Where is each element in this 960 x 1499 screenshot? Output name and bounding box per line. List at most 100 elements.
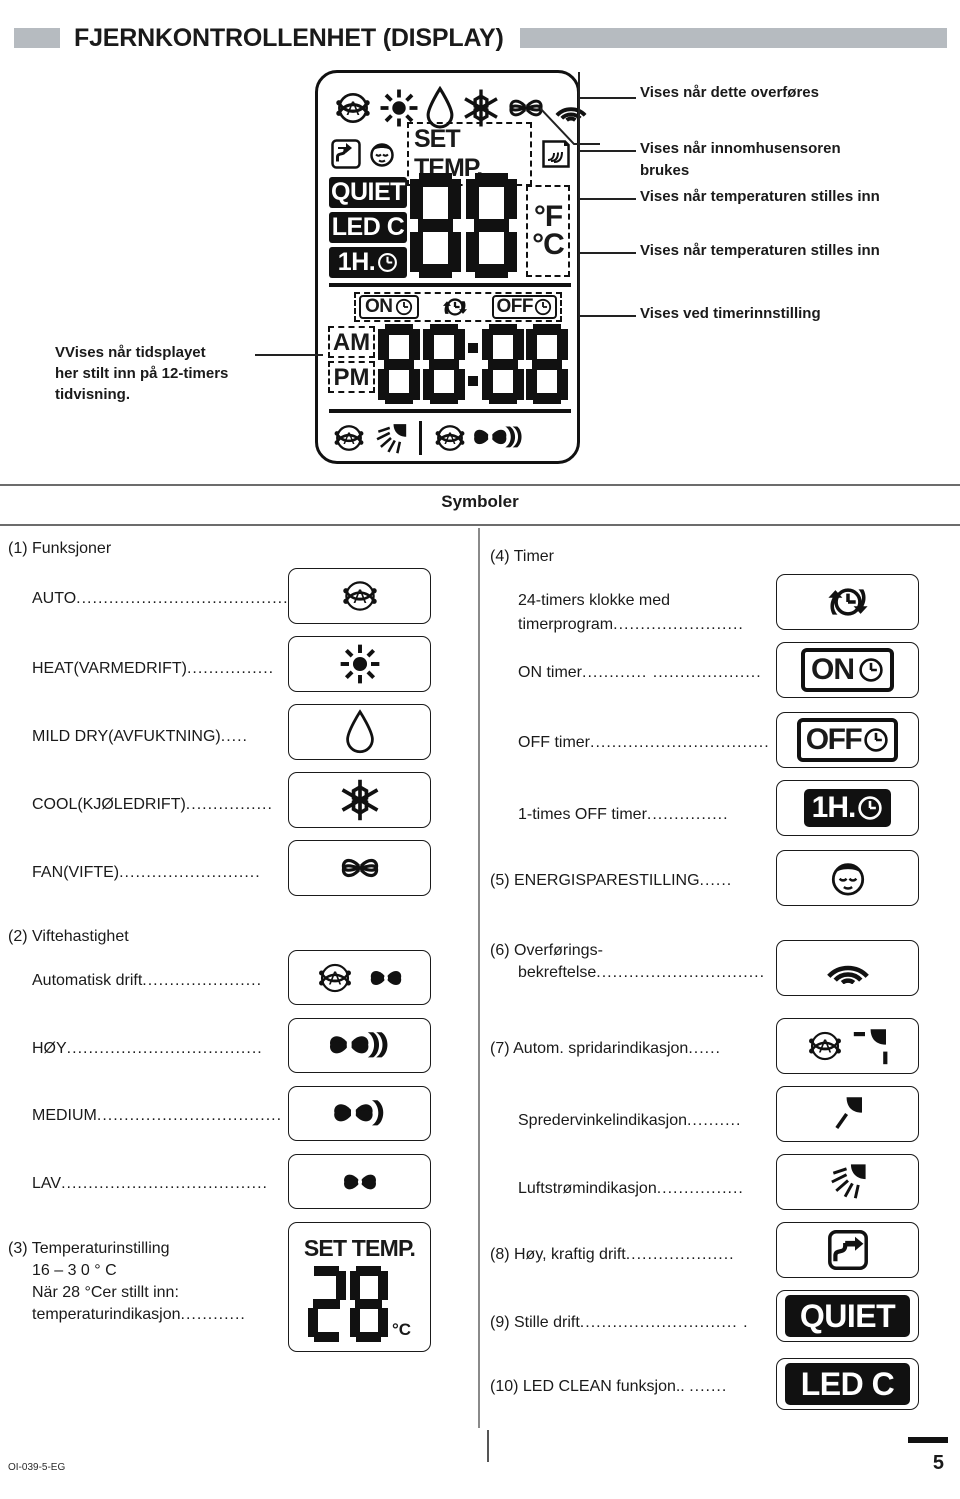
lcd-timer-indicator-row: ON OFF <box>354 292 562 322</box>
item-dots-fan: .......................... <box>119 864 261 881</box>
symbol-box-quiet: QUIET <box>776 1290 919 1342</box>
symbol-box-24h-clock <box>776 574 919 630</box>
auto-circle-a-icon: A <box>314 957 356 999</box>
sleeping-face-icon <box>827 857 869 899</box>
powerful-arrow-icon <box>827 1229 869 1271</box>
item-label-24h-clock-line2: timerprogram........................ <box>518 616 744 634</box>
svg-text:A: A <box>444 429 456 448</box>
airflow-icon <box>372 419 410 457</box>
one-hour-timer-badge: 1H. <box>329 247 407 278</box>
page-number: 5 <box>932 1452 944 1474</box>
am-label: AM <box>328 326 375 358</box>
group-text-energisparestilling: (5) ENERGISPARESTILLING <box>490 872 700 889</box>
item-dots-lav: ...................................... <box>61 1175 268 1192</box>
group-text-stille-drift: (9) Stille drift <box>490 1314 580 1331</box>
clock-digit-1 <box>378 324 420 404</box>
item-text-heat: HEAT(VARMEDRIFT) <box>32 660 187 677</box>
group-text-hoy-kraftig: (8) Høy, kraftig drift <box>490 1246 626 1263</box>
group-text-autom-spridar: (7) Autom. spridarindikasjon <box>490 1040 689 1057</box>
symbol-box-on-timer: ON <box>776 642 919 698</box>
symbol-box-fan-medium <box>288 1086 431 1141</box>
symbol-box-set-temp: SET TEMP. °C <box>288 1222 431 1352</box>
item-label-hoy: HØY.................................... <box>32 1040 263 1058</box>
item-label-off-timer: OFF timer...............................… <box>518 734 770 752</box>
item-label-fan: FAN(VIFTE).......................... <box>32 864 261 882</box>
item-dots-1h-off-timer: ............... <box>646 806 729 823</box>
group-label-temperaturinstilling-line2: 16 – 3 0 ° C <box>32 1262 117 1279</box>
pm-label: PM <box>328 361 375 393</box>
lcd-status-badges: QUIET LED C 1H. <box>329 177 407 282</box>
temp-digit-1 <box>410 173 461 278</box>
callout-transmit: Vises når dette overføres <box>640 84 819 101</box>
sleeping-face-icon <box>367 139 397 169</box>
group-dots-hoy-kraftig: .................... <box>625 1246 735 1263</box>
off-label: OFF <box>496 296 534 317</box>
item-text-on-timer: ON timer <box>518 664 582 681</box>
item-text-spredervinkel: Spredervinkelindikasjon <box>518 1112 687 1129</box>
fan-high-icon <box>471 419 523 457</box>
clock-colon <box>467 324 479 404</box>
item-text-1h-off-timer: 1-times OFF timer <box>518 806 647 823</box>
item-dots-off-timer: ................................. <box>590 734 770 751</box>
symbol-box-cool <box>288 772 431 828</box>
item-label-spredervinkel: Spredervinkelindikasjon.......... <box>518 1112 741 1130</box>
item-label-luftstrom: Luftstrømindikasjon................ <box>518 1180 744 1198</box>
auto-circle-a-icon: A <box>431 419 469 457</box>
one-hour-off-timer-icon: 1H. <box>803 789 892 827</box>
lcd-divider-bottom <box>329 409 571 413</box>
item-dots-luftstrom: ................ <box>656 1180 744 1197</box>
group-dots-led-clean: ....... <box>689 1378 728 1395</box>
quiet-chip-icon: QUIET <box>785 1295 910 1337</box>
led-c-badge: LED C <box>329 212 407 243</box>
snowflake-icon <box>337 777 383 823</box>
clock-digit-3 <box>481 324 524 404</box>
symbol-box-powerful <box>776 1222 919 1278</box>
leader-vertical-rail <box>578 72 580 320</box>
auto-circle-a-icon: A <box>331 86 375 130</box>
item-label-24h-clock-line1: 24-timers klokke med <box>518 592 671 609</box>
leader-line-timer-setting <box>578 315 636 317</box>
manual-page: FJERNKONTROLLENHET (DISPLAY) A SET TEMP.… <box>0 0 960 1499</box>
item-label-cool: COOL(KJØLEDRIFT)................ <box>32 796 273 814</box>
clock-cycle-icon <box>812 581 884 623</box>
signal-wave-icon <box>825 952 871 984</box>
item-label-auto: AUTO....................................… <box>32 590 294 608</box>
symbol-box-auto: A <box>288 568 431 624</box>
lcd-clock-digits <box>378 323 569 405</box>
item-dots-auto: ........................................ <box>76 590 294 607</box>
symbol-box-mild-dry <box>288 704 431 760</box>
group-label-temperaturinstilling-line1: (3) Temperaturinstilling <box>8 1240 170 1257</box>
set-temp-label: SET TEMP. <box>303 1234 416 1261</box>
group-text-led-clean: (10) LED CLEAN funksjon.. <box>490 1378 690 1395</box>
set-temp-value-group: °C <box>307 1265 411 1342</box>
on-label: ON <box>365 296 393 317</box>
on-timer-icon: ON <box>801 648 894 692</box>
symboler-rule-bottom <box>0 524 960 526</box>
item-text-cool: COOL(KJØLEDRIFT) <box>32 796 186 813</box>
item-text-lav: LAV <box>32 1175 62 1192</box>
auto-circle-a-icon: A <box>338 574 382 618</box>
leader-line-diagonal <box>540 107 600 145</box>
callout-indoor-sensor-line1: Vises når innomhusensoren <box>640 140 841 157</box>
symbol-box-1h-off-timer: 1H. <box>776 780 919 836</box>
item-dots-medium: .................................. <box>96 1107 283 1124</box>
item-label-on-timer: ON timer............ ...................… <box>518 664 762 682</box>
group-dots-overforings: ............................... <box>596 964 766 981</box>
fan-medium-icon <box>331 1093 389 1135</box>
group-label-temperaturinstilling-line3: När 28 °Cer stillt inn: <box>32 1284 179 1301</box>
svg-text:A: A <box>343 429 355 448</box>
item-text-temperaturindikasjon: temperaturindikasjon <box>32 1306 181 1323</box>
on-text: ON <box>811 653 855 686</box>
item-dots-automatisk-drift: ...................... <box>142 972 263 989</box>
item-label-temperaturindikasjon: temperaturindikasjon............ <box>32 1306 246 1324</box>
svg-text:A: A <box>818 1036 831 1057</box>
group-label-overforings-line2: bekreftelse.............................… <box>518 964 765 982</box>
item-dots-24h-clock: ........................ <box>613 616 744 633</box>
callout-set-temp: Vises når temperaturen stilles inn <box>640 188 880 205</box>
symboler-heading: Symboler <box>441 492 519 511</box>
symbol-box-transmission <box>776 940 919 996</box>
louver-angle-icon <box>828 1093 868 1135</box>
symbol-box-fan <box>288 840 431 896</box>
fan-high-icon <box>327 1025 393 1067</box>
quiet-badge: QUIET <box>329 177 407 208</box>
